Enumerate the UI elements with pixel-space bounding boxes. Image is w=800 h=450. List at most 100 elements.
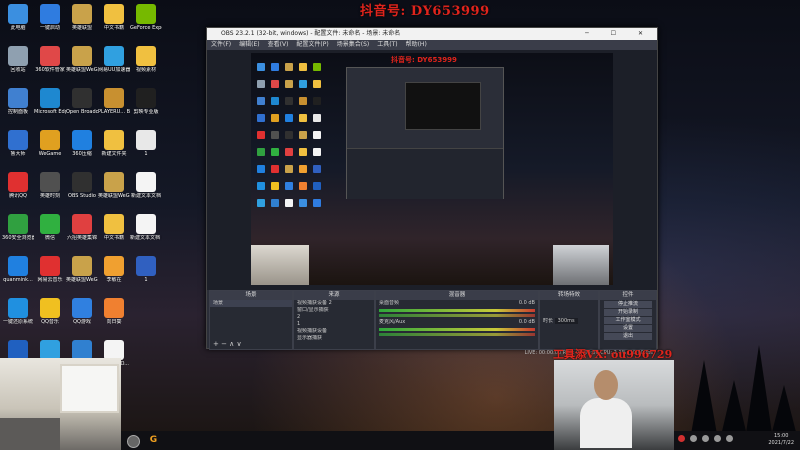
volume-slider[interactable] — [379, 314, 535, 317]
desktop-icon[interactable]: 中文书籍 — [98, 214, 130, 241]
control-button[interactable]: 工作室模式 — [604, 317, 652, 324]
desktop-icon[interactable]: 控制面板 — [2, 88, 34, 115]
source-item[interactable]: 视频捕获设备 2 — [294, 300, 374, 307]
desktop-icon[interactable]: 1 — [130, 130, 162, 157]
control-button[interactable]: 停止推流 — [604, 301, 652, 308]
taskbar: G — [121, 431, 554, 450]
menu-item[interactable]: 场景集合(S) — [337, 41, 370, 48]
desktop-icon[interactable]: 网易云音乐 — [34, 256, 66, 283]
desktop-icon[interactable]: OBS Studio — [66, 172, 98, 199]
app-icon — [72, 172, 92, 192]
desktop-icon[interactable]: 360软件管家 — [34, 46, 66, 73]
desktop-icon[interactable]: GeForce Experience — [130, 4, 162, 31]
desktop-icon[interactable]: 中文书籍 — [98, 4, 130, 31]
tray-network-icon[interactable] — [690, 435, 697, 442]
volume-slider[interactable] — [379, 333, 535, 336]
obs-preview[interactable]: 抖音号: DY653999 — [207, 50, 657, 290]
desktop-icon[interactable]: WeGame — [34, 130, 66, 157]
desktop-icon[interactable]: 英雄联盟WeGame版 — [66, 46, 98, 73]
desktop-icon[interactable]: 六招英雄集锦 — [66, 214, 98, 241]
desktop-icon[interactable]: 鲁大师 — [2, 130, 34, 157]
desktop-icon[interactable]: 此电脑 — [2, 4, 34, 31]
desktop-icon[interactable]: 腾讯QQ — [2, 172, 34, 199]
desktop-icon[interactable]: QQ游戏 — [66, 298, 98, 325]
scenes-toolbar[interactable]: + − ∧ ∨ — [210, 341, 242, 348]
desktop-icon-label: 视频素材 — [135, 67, 156, 73]
desktop-icon[interactable]: 新建文本文档 (2) — [130, 214, 162, 241]
obs-window[interactable]: OBS 23.2.1 (32-bit, windows) - 配置文件: 未命名… — [206, 27, 658, 356]
desktop-icon[interactable]: 李敏在 — [98, 256, 130, 283]
nested-icon — [271, 97, 279, 105]
tray-volume-icon[interactable] — [702, 435, 709, 442]
desktop-icon[interactable]: 新建文件夹 — [98, 130, 130, 157]
app-icon — [136, 46, 156, 66]
nested-icon — [257, 114, 265, 122]
app-icon — [136, 88, 156, 108]
scene-item[interactable]: 场景 — [210, 300, 292, 307]
desktop-icon[interactable]: quanmink... — [2, 256, 34, 283]
app-icon — [72, 130, 92, 150]
desktop-icon[interactable]: 微信 — [34, 214, 66, 241]
source-item[interactable]: 2 — [294, 314, 374, 321]
desktop-icon[interactable]: 向日葵 — [98, 298, 130, 325]
desktop-icon[interactable]: QQ音乐 — [34, 298, 66, 325]
desktop-icon[interactable]: 英雄时刻 — [34, 172, 66, 199]
menu-item[interactable]: 帮助(H) — [406, 41, 427, 48]
desktop-icon[interactable]: 一键还原系统 — [2, 298, 34, 325]
source-item[interactable]: 视频捕获设备 — [294, 328, 374, 335]
menu-item[interactable]: 查看(V) — [268, 41, 289, 48]
desktop-icon[interactable]: Microsoft Edge — [34, 88, 66, 115]
window-controls[interactable]: ─ ☐ ✕ — [585, 28, 653, 40]
desktop-icon[interactable]: 回收站 — [2, 46, 34, 73]
menu-item[interactable]: 文件(F) — [211, 41, 231, 48]
nested-icon — [285, 63, 293, 71]
desktop-icon-label: 剪映专业版 — [133, 109, 159, 115]
source-item[interactable]: 显示器捕获 — [294, 335, 374, 342]
tray-shield-icon[interactable] — [726, 435, 733, 442]
app-g-taskbar-icon[interactable]: G — [148, 435, 159, 446]
control-button[interactable]: 开始录制 — [604, 309, 652, 316]
control-button[interactable]: 退出 — [604, 333, 652, 340]
nested-icon — [271, 182, 279, 190]
desktop-icon[interactable]: 一键启动 — [34, 4, 66, 31]
menu-item[interactable]: 工具(T) — [377, 41, 397, 48]
desktop-icon[interactable]: 英雄联盟 — [66, 4, 98, 31]
nested-icon — [299, 165, 307, 173]
desktop-icon-label: Microsoft Edge — [34, 109, 66, 115]
desktop-icon[interactable]: 360压缩 — [66, 130, 98, 157]
desktop-icon[interactable]: 360安全浏览器 — [2, 214, 34, 241]
app-icon — [136, 4, 156, 24]
desktop-icon[interactable]: 视频素材 — [130, 46, 162, 73]
preview-canvas: 抖音号: DY653999 — [251, 53, 613, 285]
obs-taskbar-icon[interactable] — [127, 435, 140, 448]
source-item[interactable]: 1 — [294, 321, 374, 328]
taskbar-clock[interactable]: 15:00 2021/7/22 — [768, 433, 794, 447]
nested-icon — [313, 80, 321, 88]
menu-item[interactable]: 配置文件(P) — [296, 41, 328, 48]
tray-app-icon[interactable] — [678, 435, 685, 442]
obs-titlebar[interactable]: OBS 23.2.1 (32-bit, windows) - 配置文件: 未命名… — [207, 28, 657, 40]
inner-banner: 抖音号: DY653999 — [391, 56, 457, 64]
desktop-icon[interactable]: Open Broadcast... — [66, 88, 98, 115]
app-icon — [104, 298, 124, 318]
app-icon — [72, 298, 92, 318]
nested-icon — [257, 131, 265, 139]
desktop-icon[interactable]: 1 — [130, 256, 162, 283]
nested-icon — [313, 182, 321, 190]
nested-icon — [257, 97, 265, 105]
desktop-icon-label: 英雄联盟WeGame版 — [98, 193, 130, 199]
transition-duration[interactable]: 时长 300ms — [540, 318, 598, 325]
tray-ime-icon[interactable] — [714, 435, 721, 442]
desktop-icon[interactable]: 英雄联盟WeGame版 — [98, 172, 130, 199]
desktop-icon[interactable]: PLAYERU... BATTLEGR... — [98, 88, 130, 115]
desktop-icon[interactable]: 网易UU加速器 — [98, 46, 130, 73]
app-icon — [72, 340, 92, 360]
desktop-icon[interactable]: 剪映专业版 — [130, 88, 162, 115]
nested-icon — [257, 182, 265, 190]
desktop-icon[interactable]: 英雄联盟WeGame版 — [66, 256, 98, 283]
desktop-icon[interactable]: 新建文本文档 — [130, 172, 162, 199]
menu-item[interactable]: 编辑(E) — [239, 41, 259, 48]
source-item[interactable]: 窗口/显示捕获 — [294, 307, 374, 314]
app-icon — [104, 172, 124, 192]
control-button[interactable]: 设置 — [604, 325, 652, 332]
